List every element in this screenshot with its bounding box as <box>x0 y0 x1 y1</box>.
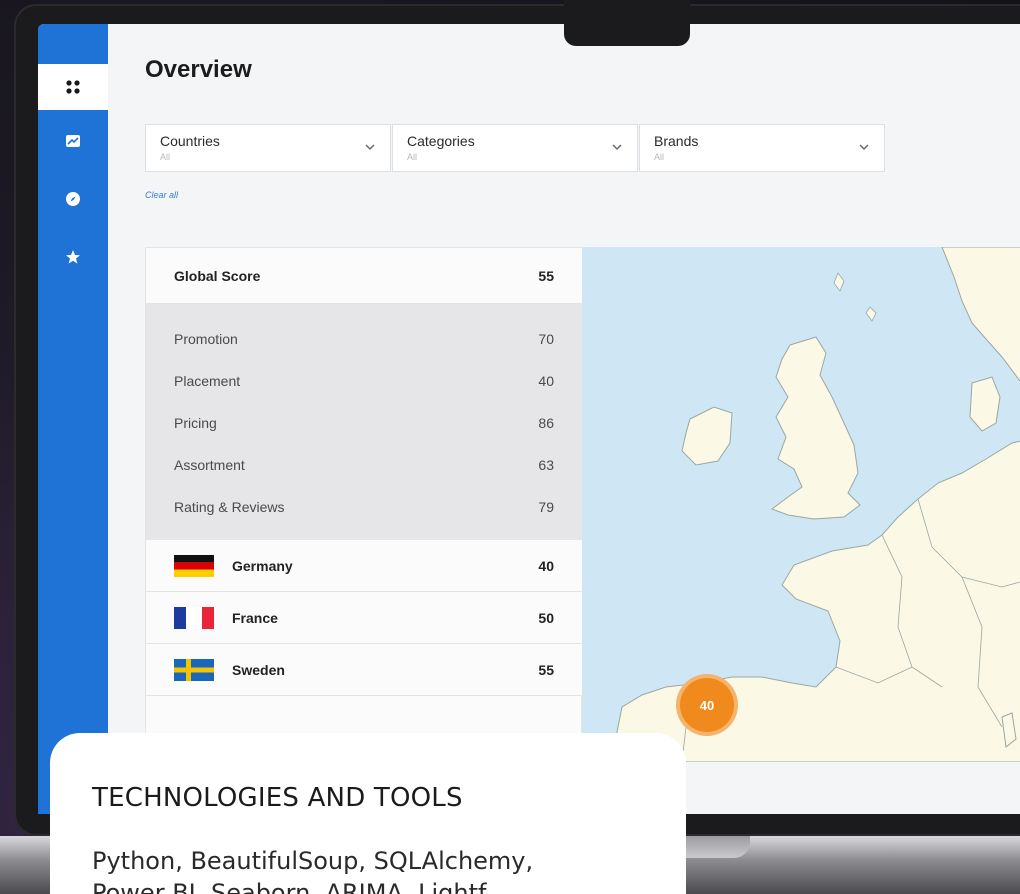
metric-value: 63 <box>538 457 554 473</box>
country-row-france[interactable]: France 50 <box>146 592 582 644</box>
france-flag-icon <box>174 606 214 629</box>
sidebar-item-explore[interactable] <box>38 176 108 222</box>
germany-flag-icon <box>174 554 214 577</box>
camera-notch <box>564 0 690 46</box>
score-breakdown: Promotion 70 Placement 40 Pricing 86 Ass… <box>146 304 582 540</box>
sidebar-item-favorites[interactable] <box>38 234 108 280</box>
chevron-down-icon <box>612 144 622 151</box>
technologies-card: TECHNOLOGIES AND TOOLS Python, Beautiful… <box>50 733 686 894</box>
country-name: Sweden <box>232 661 285 678</box>
country-value: 50 <box>538 609 554 626</box>
app-screen: Overview Countries All Categories All Br… <box>38 24 1020 814</box>
sidebar <box>38 24 108 814</box>
filter-value: All <box>654 152 665 162</box>
sidebar-item-charts[interactable] <box>38 118 108 164</box>
list-item: Rating & Reviews 79 <box>146 486 582 528</box>
list-item: Promotion 70 <box>146 318 582 360</box>
metric-label: Placement <box>174 373 241 389</box>
chart-icon <box>66 135 80 147</box>
country-label: Sweden <box>174 658 285 681</box>
country-label: France <box>174 606 278 629</box>
star-icon <box>66 250 80 264</box>
filter-label: Brands <box>654 133 699 149</box>
compass-icon <box>66 192 80 206</box>
metric-value: 79 <box>538 499 554 515</box>
score-label: Global Score <box>174 267 261 284</box>
metric-label: Promotion <box>174 331 238 347</box>
metric-label: Pricing <box>174 415 217 431</box>
card-line: Python, BeautifulSoup, SQLAlchemy, <box>92 847 534 875</box>
country-value: 55 <box>538 661 554 678</box>
map-marker[interactable]: 40 <box>676 674 738 736</box>
card-body: Python, BeautifulSoup, SQLAlchemy, Power… <box>92 845 672 894</box>
card-line: Power BI, Seaborn, ARIMA, Lightf <box>92 879 487 894</box>
country-name: France <box>232 609 278 626</box>
metric-label: Rating & Reviews <box>174 499 285 515</box>
country-label: Germany <box>174 554 293 577</box>
categories-filter[interactable]: Categories All <box>392 124 638 172</box>
page-title: Overview <box>145 56 252 83</box>
filter-label: Categories <box>407 133 475 149</box>
chevron-down-icon <box>365 144 375 151</box>
filter-value: All <box>407 152 418 162</box>
country-value: 40 <box>538 557 554 574</box>
metric-value: 86 <box>538 415 554 431</box>
card-title: TECHNOLOGIES AND TOOLS <box>92 783 463 813</box>
score-panel: Global Score 55 Promotion 70 Placement 4… <box>145 247 582 814</box>
global-score-row[interactable]: Global Score 55 <box>146 248 582 304</box>
filter-label: Countries <box>160 133 220 149</box>
list-item: Placement 40 <box>146 360 582 402</box>
country-name: Germany <box>232 557 293 574</box>
country-row-sweden[interactable]: Sweden 55 <box>146 644 582 696</box>
clear-all-link[interactable]: Clear all <box>145 190 178 200</box>
sweden-flag-icon <box>174 658 214 681</box>
list-item: Pricing 86 <box>146 402 582 444</box>
metric-value: 40 <box>538 373 554 389</box>
metric-value: 70 <box>538 331 554 347</box>
dashboard-icon <box>66 80 80 94</box>
europe-map[interactable] <box>582 247 1020 762</box>
score-value: 55 <box>538 267 554 284</box>
countries-filter[interactable]: Countries All <box>145 124 391 172</box>
filter-value: All <box>160 152 171 162</box>
list-item: Assortment 63 <box>146 444 582 486</box>
map-land <box>615 247 1020 762</box>
metric-label: Assortment <box>174 457 245 473</box>
country-row-germany[interactable]: Germany 40 <box>146 540 582 592</box>
chevron-down-icon <box>859 144 869 151</box>
sidebar-item-dashboard[interactable] <box>38 64 108 110</box>
brands-filter[interactable]: Brands All <box>639 124 885 172</box>
